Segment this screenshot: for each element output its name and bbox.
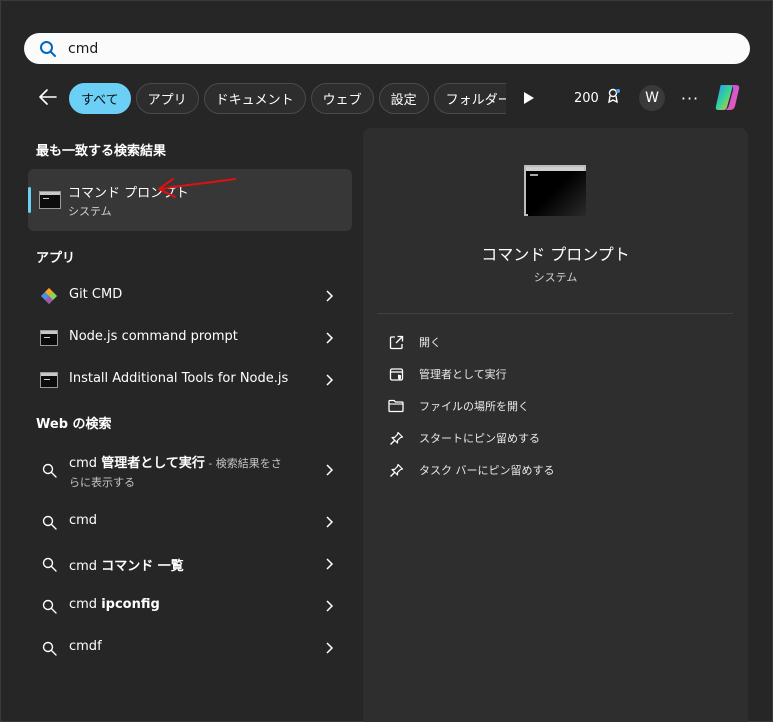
search-icon [40,597,58,615]
web-item-cmd-ipconfig[interactable]: cmd ipconfig [28,586,352,626]
filter-chip-settings[interactable]: 設定 [378,82,429,114]
search-window: すべて アプリ ドキュメント ウェブ 設定 フォルダー 写 200 W ··· [0,0,773,722]
filter-row: すべて アプリ ドキュメント ウェブ 設定 フォルダー 写 200 W ··· [1,81,773,115]
action-pin-to-taskbar[interactable]: タスク バーにピン留めする [387,458,555,482]
action-label: 管理者として実行 [419,368,507,381]
search-icon [38,39,58,59]
action-label: スタートにピン留めする [419,432,540,445]
command-prompt-icon [40,371,58,389]
pin-icon [387,461,405,479]
admin-shield-icon [387,365,405,383]
pin-icon [387,429,405,447]
web-item-label: cmdf [69,639,102,654]
git-icon [40,287,58,305]
avatar[interactable]: W [639,85,665,111]
web-item-label: cmd コマンド 一覧 [69,555,184,574]
open-external-icon [387,333,405,351]
search-icon [40,513,58,531]
chevron-right-icon [326,464,334,476]
search-icon [40,555,58,573]
search-input[interactable] [68,36,708,61]
filter-chips: すべて アプリ ドキュメント ウェブ 設定 フォルダー 写 [69,81,506,115]
best-match-heading: 最も一致する検索結果 [36,144,167,159]
details-pane: コマンド プロンプト システム 開く 管理者として実行 ファイルの場所を開く ス… [363,128,748,722]
filter-chip-documents[interactable]: ドキュメント [203,82,306,114]
filter-chip-web[interactable]: ウェブ [310,82,374,114]
web-item-label: cmd ipconfig [69,597,160,612]
copilot-icon[interactable] [712,81,744,113]
chevron-right-icon [326,558,334,570]
web-item-cmd-admin[interactable]: cmd 管理者として実行 - 検索結果をさ らに表示する [28,447,352,493]
filter-chip-apps[interactable]: アプリ [135,82,199,114]
selection-indicator [28,187,31,213]
points-value: 200 [574,90,599,106]
web-item-label: cmd 管理者として実行 - 検索結果をさ [69,452,282,471]
query-suggestion: 管理者として実行 [101,456,205,471]
query-text: cmd [69,456,98,471]
search-bar[interactable] [24,33,750,64]
best-match-type: システム [68,205,112,218]
filter-chip-folders[interactable]: フォルダー [433,82,506,114]
web-item-cmdf[interactable]: cmdf [28,628,352,668]
divider [377,313,733,314]
app-item-label: Git CMD [69,287,123,302]
play-icon[interactable] [520,89,538,107]
trophy-icon [605,88,621,108]
app-item-nodejs-command-prompt[interactable]: Node.js command prompt [28,318,352,358]
web-item-cmd[interactable]: cmd [28,502,352,542]
chevron-right-icon [326,290,334,302]
app-item-label: Install Additional Tools for Node.js [69,371,289,386]
filter-chip-all[interactable]: すべて [69,82,131,114]
search-icon [40,461,58,479]
app-item-install-nodejs-tools[interactable]: Install Additional Tools for Node.js [28,360,352,400]
more-options-icon[interactable]: ··· [679,87,701,109]
command-prompt-icon [39,191,61,209]
details-title: コマンド プロンプト [481,245,630,264]
folder-icon [387,397,405,415]
web-search-heading: Web の検索 [36,417,112,432]
action-label: タスク バーにピン留めする [419,464,555,477]
command-prompt-large-icon [524,165,586,216]
query-suggestion: コマンド 一覧 [101,559,184,574]
chevron-right-icon [326,516,334,528]
query-text: cmd [69,559,98,574]
rewards-points[interactable]: 200 [574,88,621,108]
chevron-right-icon [326,332,334,344]
details-subtitle: システム [533,271,578,284]
search-icon [40,639,58,657]
query-suffix: - 検索結果をさ [204,457,282,470]
query-suffix-line2: らに表示する [69,476,135,489]
chevron-right-icon [326,374,334,386]
app-item-label: Node.js command prompt [69,329,238,344]
action-pin-to-start[interactable]: スタートにピン留めする [387,426,540,450]
chevron-right-icon [326,600,334,612]
action-open[interactable]: 開く [387,330,441,354]
command-prompt-icon [40,329,58,347]
action-open-file-location[interactable]: ファイルの場所を開く [387,394,529,418]
red-arrow-annotation [158,178,236,198]
action-label: ファイルの場所を開く [419,400,529,413]
back-arrow-icon[interactable] [37,86,59,108]
query-suggestion: ipconfig [101,597,160,612]
app-item-git-cmd[interactable]: Git CMD [28,276,352,316]
apps-heading: アプリ [36,251,76,266]
web-item-cmd-command-list[interactable]: cmd コマンド 一覧 [28,544,352,584]
action-label: 開く [419,336,441,349]
query-text: cmd [69,597,98,612]
web-item-label: cmd [69,513,98,528]
chevron-right-icon [326,642,334,654]
action-run-as-admin[interactable]: 管理者として実行 [387,362,507,386]
